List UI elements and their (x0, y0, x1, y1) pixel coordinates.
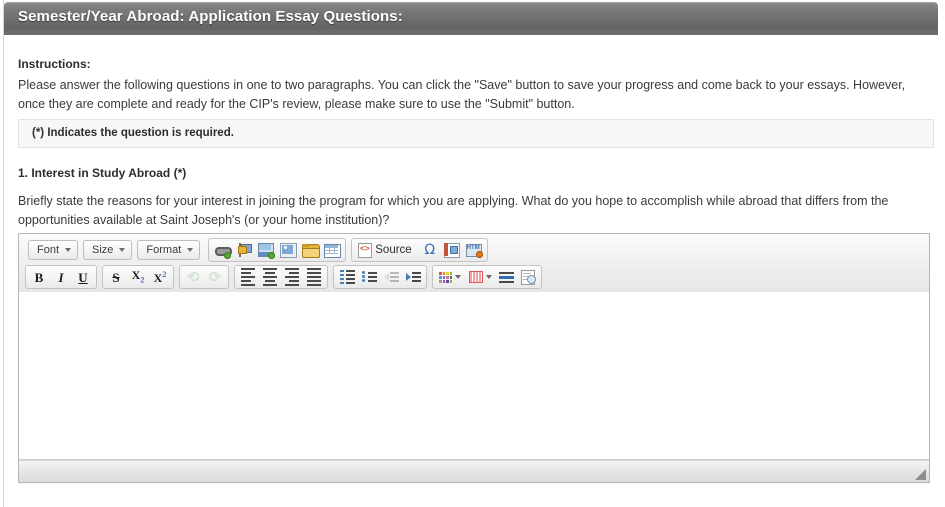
toolbar-group-basic-styles: B I U (25, 265, 97, 289)
insert-table-button[interactable] (321, 240, 343, 260)
italic-icon: I (58, 269, 64, 285)
format-combo-label: Format (146, 244, 182, 256)
anchor-icon (236, 242, 253, 258)
page-left-border (3, 0, 4, 507)
chevron-down-icon (485, 275, 492, 279)
toolbar-group-extra-styles: S X2 X2 (102, 265, 174, 289)
chevron-down-icon (187, 248, 194, 252)
align-justify-button[interactable] (303, 267, 325, 287)
format-combo[interactable]: Format (137, 240, 201, 260)
align-right-icon (285, 268, 299, 286)
toolbar-group-colors (432, 265, 542, 289)
insert-image-button[interactable] (255, 240, 277, 260)
folder-icon (301, 243, 320, 258)
text-color-icon (439, 271, 452, 283)
align-justify-icon (307, 268, 321, 286)
browse-server-button[interactable] (299, 240, 321, 260)
flash-icon (280, 243, 298, 258)
chevron-down-icon (65, 248, 72, 252)
redo-icon: ⟳ (208, 268, 222, 286)
outdent-button[interactable] (380, 267, 402, 287)
toolbar-group-alignment (234, 265, 328, 289)
editor-text-area[interactable] (19, 292, 929, 460)
outdent-icon (383, 272, 399, 282)
templates-button[interactable] (441, 240, 463, 260)
source-button-label: Source (375, 244, 412, 256)
page-frame: Semester/Year Abroad: Application Essay … (0, 0, 945, 507)
underline-icon: U (78, 269, 88, 285)
strikethrough-button[interactable]: S (105, 267, 127, 287)
anchor-button[interactable] (233, 240, 255, 260)
numbered-list-button[interactable] (336, 267, 358, 287)
omega-icon: Ω (424, 242, 436, 258)
indent-icon (405, 272, 421, 282)
toolbar-group-lists (333, 265, 427, 289)
question-1-title: 1. Interest in Study Abroad (*) (18, 166, 187, 180)
instructions-text: Please answer the following questions in… (18, 78, 906, 111)
subscript-icon: X2 (131, 268, 145, 285)
underline-button[interactable]: U (72, 267, 94, 287)
html-snippet-icon: HTM (465, 243, 483, 258)
link-button[interactable] (211, 240, 233, 260)
chevron-down-icon (119, 248, 126, 252)
chevron-down-icon (455, 275, 461, 279)
toolbar-row-1: Font Size Format <> Source Ω HTM (22, 237, 927, 263)
bulleted-list-icon (361, 271, 377, 283)
redo-button[interactable]: ⟳ (204, 267, 226, 287)
page-title: Semester/Year Abroad: Application Essay … (18, 8, 403, 25)
preview-icon (521, 270, 536, 285)
superscript-button[interactable]: X2 (149, 267, 171, 287)
toolbar-group-insert (208, 238, 347, 262)
editor-content[interactable] (19, 292, 929, 459)
bulleted-list-button[interactable] (358, 267, 380, 287)
toolbar-group-history: ⟲ ⟳ (179, 265, 229, 289)
toolbar-row-2: B I U S X2 X2 ⟲ ⟳ (22, 264, 927, 290)
indent-button[interactable] (402, 267, 424, 287)
required-note-text: (*) Indicates the question is required. (32, 127, 234, 139)
source-button[interactable]: <> Source (354, 240, 418, 260)
editor-status-bar (19, 460, 929, 482)
link-icon (214, 243, 233, 259)
size-combo-label: Size (92, 244, 114, 256)
font-combo-label: Font (37, 244, 60, 256)
resize-grip-icon[interactable] (914, 468, 926, 480)
strikethrough-icon: S (112, 269, 120, 285)
align-left-icon (241, 268, 255, 286)
bold-icon: B (34, 269, 44, 285)
rich-text-editor[interactable]: Font Size Format <> Source Ω HTM B I U S… (18, 233, 930, 483)
special-character-button[interactable]: Ω (419, 240, 441, 260)
font-combo[interactable]: Font (28, 240, 79, 260)
text-color-button[interactable] (435, 267, 465, 287)
template-icon (444, 243, 461, 258)
align-right-button[interactable] (281, 267, 303, 287)
table-icon (324, 243, 342, 258)
horizontal-rule-button[interactable] (495, 267, 517, 287)
horizontal-rule-icon (498, 271, 514, 283)
italic-button[interactable]: I (50, 267, 72, 287)
undo-icon: ⟲ (186, 268, 200, 286)
background-color-button[interactable] (465, 267, 495, 287)
undo-button[interactable]: ⟲ (182, 267, 204, 287)
subscript-button[interactable]: X2 (127, 267, 149, 287)
align-left-button[interactable] (237, 267, 259, 287)
question-1-prompt: Briefly state the reasons for your inter… (18, 194, 889, 227)
size-combo[interactable]: Size (83, 240, 133, 260)
align-center-button[interactable] (259, 267, 281, 287)
panel-header: Semester/Year Abroad: Application Essay … (4, 2, 938, 35)
instructions-label: Instructions: (18, 57, 91, 71)
source-icon: <> (358, 243, 373, 258)
superscript-icon: X2 (153, 269, 167, 285)
numbered-list-icon (339, 270, 355, 284)
bold-button[interactable]: B (28, 267, 50, 287)
editor-toolbar: Font Size Format <> Source Ω HTM B I U S… (19, 234, 929, 294)
preview-button[interactable] (517, 267, 539, 287)
background-color-icon (468, 271, 483, 283)
toolbar-group-tools: <> Source Ω HTM (351, 238, 488, 262)
required-note-box: (*) Indicates the question is required. (18, 119, 934, 148)
insert-flash-button[interactable] (277, 240, 299, 260)
toolbar-group-styles: Font Size Format (25, 238, 203, 262)
html-snippet-button[interactable]: HTM (463, 240, 485, 260)
image-icon (258, 243, 276, 259)
align-center-icon (263, 268, 277, 286)
